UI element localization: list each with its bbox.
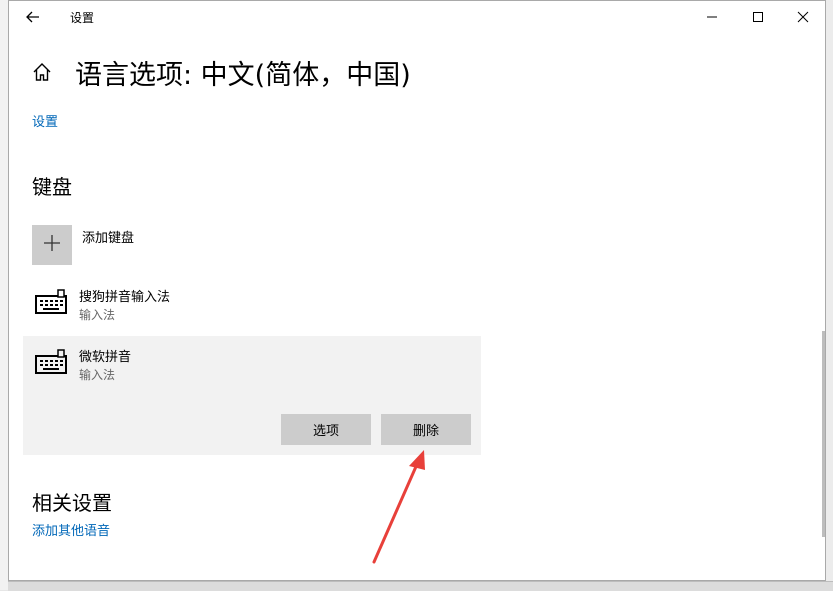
plus-icon [43,234,61,256]
keyboard-name: 搜狗拼音输入法 [79,290,171,305]
close-icon [797,8,809,27]
page-title: 语言选项: 中文(简体，中国) [75,60,411,91]
settings-link[interactable]: 设置 [32,111,58,130]
keyboard-type: 输入法 [79,368,116,382]
home-icon [32,62,52,86]
close-button[interactable] [780,1,825,33]
add-keyboard-button[interactable] [32,225,72,265]
back-arrow-icon [26,8,40,27]
add-keyboard-label[interactable]: 添加键盘 [82,227,134,246]
related-settings-heading: 相关设置 [32,491,112,515]
maximize-button[interactable] [735,1,781,33]
app-title: 设置 [70,11,95,25]
keyboard-item-microsoft-pinyin[interactable]: 微软拼音 输入法 选项 删除 [23,336,481,455]
scrollbar[interactable] [822,331,825,537]
maximize-icon [752,8,764,27]
minimize-button[interactable] [689,1,735,33]
minimize-icon [706,8,718,27]
keyboard-icon [35,349,69,375]
keyboard-heading: 键盘 [32,175,72,199]
remove-button[interactable]: 删除 [381,414,471,445]
title-bar: 设置 [9,1,825,33]
keyboard-name: 微软拼音 [79,350,132,365]
keyboard-item-sogou[interactable]: 搜狗拼音输入法 输入法 [23,276,481,336]
settings-window: 设置 语言选项: 中文(简体，中国) 设置 键盘 添加键盘 搜狗拼音输入法 输入… [8,0,826,581]
keyboard-type: 输入法 [79,308,116,322]
home-button[interactable] [29,61,55,87]
background-window-right [826,0,833,590]
add-language-link[interactable]: 添加其他语音 [32,520,110,539]
keyboard-icon [35,289,69,315]
options-button[interactable]: 选项 [281,414,371,445]
back-button[interactable] [19,5,47,29]
